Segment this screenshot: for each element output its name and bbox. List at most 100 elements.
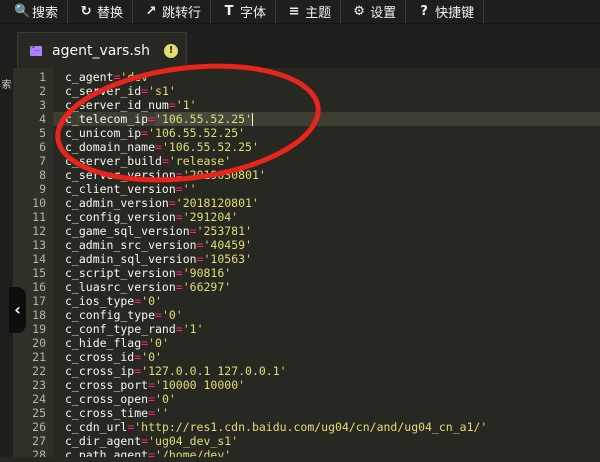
string-value: 's1' <box>148 84 176 98</box>
variable-name: c_path_agent <box>65 448 149 462</box>
assign-operator: = <box>196 252 204 266</box>
toolbar-button-font[interactable]: T 字体 <box>211 0 277 23</box>
tab-agent-vars[interactable]: agent_vars.sh ! <box>17 32 187 69</box>
code-text: c_client_version='' <box>65 182 197 196</box>
code-line[interactable]: 26 c_cdn_url='http://res1.cdn.baidu.com/u… <box>32 420 600 434</box>
code-line[interactable]: 6 c_domain_name='106.55.52.25' <box>39 140 600 154</box>
code-text: c_cross_ip='127.0.0.1 127.0.0.1' <box>65 364 287 378</box>
code-text: c_admin_src_version='40459' <box>65 238 252 252</box>
code-line[interactable]: 18 c_config_type='0' <box>32 308 600 322</box>
code-line[interactable]: 11 c_config_version='291204' <box>32 210 600 224</box>
code-text: c_unicom_ip='106.55.52.25' <box>65 126 245 140</box>
variable-name: c_agent <box>65 70 114 84</box>
code-line[interactable]: 10 c_admin_version='2018120801' <box>32 196 600 210</box>
code-text: c_cross_time='' <box>65 406 169 420</box>
toolbar-button-label: 设置 <box>370 6 397 21</box>
string-value: '66297' <box>182 280 232 294</box>
code-text: c_game_sql_version='253781' <box>65 224 252 238</box>
line-number: 4 <box>39 112 46 126</box>
variable-name: c_cross_ip <box>65 364 135 378</box>
code-line[interactable]: 24 c_cross_open='0' <box>32 392 600 406</box>
assign-operator: = <box>148 448 156 462</box>
code-line[interactable]: 13 c_admin_src_version='40459' <box>32 238 600 252</box>
line-number: 15 <box>32 266 46 280</box>
code-line[interactable]: 2 c_server_id='s1' <box>39 84 600 98</box>
code-line[interactable]: 25 c_cross_time='' <box>32 406 600 420</box>
assign-operator: = <box>168 98 176 112</box>
string-value: '1' <box>182 322 204 336</box>
code-line[interactable]: 14 c_admin_sql_version='10563' <box>32 252 600 266</box>
code-line[interactable]: 7 c_server_build='release' <box>39 154 600 168</box>
code-line[interactable]: 21 c_cross_id='0' <box>32 350 600 364</box>
variable-name: c_cross_port <box>65 378 149 392</box>
code-line[interactable]: 17 c_ios_type='0' <box>32 294 600 308</box>
code-line[interactable]: 9 c_client_version='' <box>39 182 600 196</box>
variable-name: c_game_sql_version <box>65 224 190 238</box>
code-text: c_cross_open='0' <box>65 392 176 406</box>
line-number: 23 <box>32 378 46 392</box>
toolbar-button-label: 快捷键 <box>435 6 475 21</box>
code-line[interactable]: 1 c_agent='dev' <box>39 70 600 84</box>
variable-name: c_config_type <box>65 308 156 322</box>
code-line[interactable]: 27 c_dir_agent='ug04_dev_s1' <box>32 434 600 448</box>
code-text: c_config_version='291204' <box>65 210 238 224</box>
code-text: c_server_id_num='1' <box>65 98 197 112</box>
help-icon: ? <box>420 4 428 19</box>
toolbar-button-search[interactable]: 🔍 搜索 <box>0 0 69 23</box>
string-value: '' <box>182 182 197 196</box>
variable-name: c_admin_src_version <box>65 238 197 252</box>
line-number: 28 <box>32 448 46 462</box>
code-line[interactable]: 20 c_hide_flag='0' <box>32 336 600 350</box>
theme-icon: ≡ <box>288 4 300 19</box>
string-value: '10563' <box>203 252 252 266</box>
line-number: 12 <box>32 224 46 238</box>
code-line[interactable]: 19 c_conf_type_rand='1' <box>32 322 600 336</box>
code-line[interactable]: 16 c_luasrc_version='66297' <box>32 280 600 294</box>
code-line[interactable]: 28 c_path_agent='/home/dev' <box>32 448 600 462</box>
code-text: c_server_id='s1' <box>65 84 176 98</box>
code-line[interactable]: 12 c_game_sql_version='253781' <box>32 224 600 238</box>
variable-name: c_server_version <box>65 168 176 182</box>
variable-name: c_admin_sql_version <box>65 252 197 266</box>
string-value: '106.55.52.25' <box>161 140 259 154</box>
string-value: '0' <box>141 294 162 308</box>
string-value: '1' <box>175 98 197 112</box>
collapse-sidebar-button[interactable]: ‹ <box>9 287 26 333</box>
variable-name: c_cdn_url <box>65 420 128 434</box>
toolbar-button-gear[interactable]: ⚙ 设置 <box>341 0 407 23</box>
code-line[interactable]: 8 c_server_version='2019030801' <box>39 168 600 182</box>
string-value: 'http://res1.cdn.baidu.com/ug04/cn/and/u… <box>134 420 488 434</box>
assign-operator: = <box>155 140 162 154</box>
code-line[interactable]: 5 c_unicom_ip='106.55.52.25' <box>39 126 600 140</box>
toolbar-button-theme[interactable]: ≡ 主题 <box>276 0 342 23</box>
line-number: 5 <box>39 126 46 140</box>
variable-name: c_admin_version <box>65 196 169 210</box>
variable-name: c_unicom_ip <box>65 126 142 140</box>
toolbar-button-help[interactable]: ? 快捷键 <box>406 0 485 23</box>
code-line[interactable]: 3 c_server_id_num='1' <box>39 98 600 112</box>
line-number: 3 <box>39 98 46 112</box>
toolbar-button-label: 跳转行 <box>162 6 202 21</box>
toolbar-button-goto-line[interactable]: ↗ 跳转行 <box>133 0 212 23</box>
code-text: c_agent='dev' <box>65 70 155 84</box>
code-line[interactable]: 23 c_cross_port='10000 10000' <box>32 378 600 392</box>
string-value: 'dev' <box>120 70 156 84</box>
code-line[interactable]: 15 c_script_version='90816' <box>32 266 600 280</box>
code-text: c_domain_name='106.55.52.25' <box>65 140 259 154</box>
toolbar-button-label: 替换 <box>97 6 124 21</box>
variable-name: c_cross_open <box>65 392 149 406</box>
assign-operator: = <box>148 112 156 126</box>
search-icon: 🔍 <box>14 4 31 19</box>
code-editor[interactable]: 1 c_agent='dev' 2 c_server_id='s1' 3 c_server… <box>32 68 600 457</box>
string-value: 'ug04_dev_s1' <box>148 434 239 448</box>
line-number: 11 <box>32 210 46 224</box>
shell-file-icon <box>30 43 42 56</box>
string-value: '/home/dev' <box>155 448 232 462</box>
toolbar-button-label: 主题 <box>305 6 332 21</box>
code-text: c_server_version='2019030801' <box>65 168 266 182</box>
toolbar-button-replace[interactable]: ↻ 替换 <box>68 0 134 23</box>
unsaved-warning-icon: ! <box>163 44 178 58</box>
variable-name: c_luasrc_version <box>65 280 176 294</box>
code-line[interactable]: 22 c_cross_ip='127.0.0.1 127.0.0.1' <box>32 364 600 378</box>
code-line[interactable]: 4 c_telecom_ip='106.55.52.25' <box>39 112 600 126</box>
